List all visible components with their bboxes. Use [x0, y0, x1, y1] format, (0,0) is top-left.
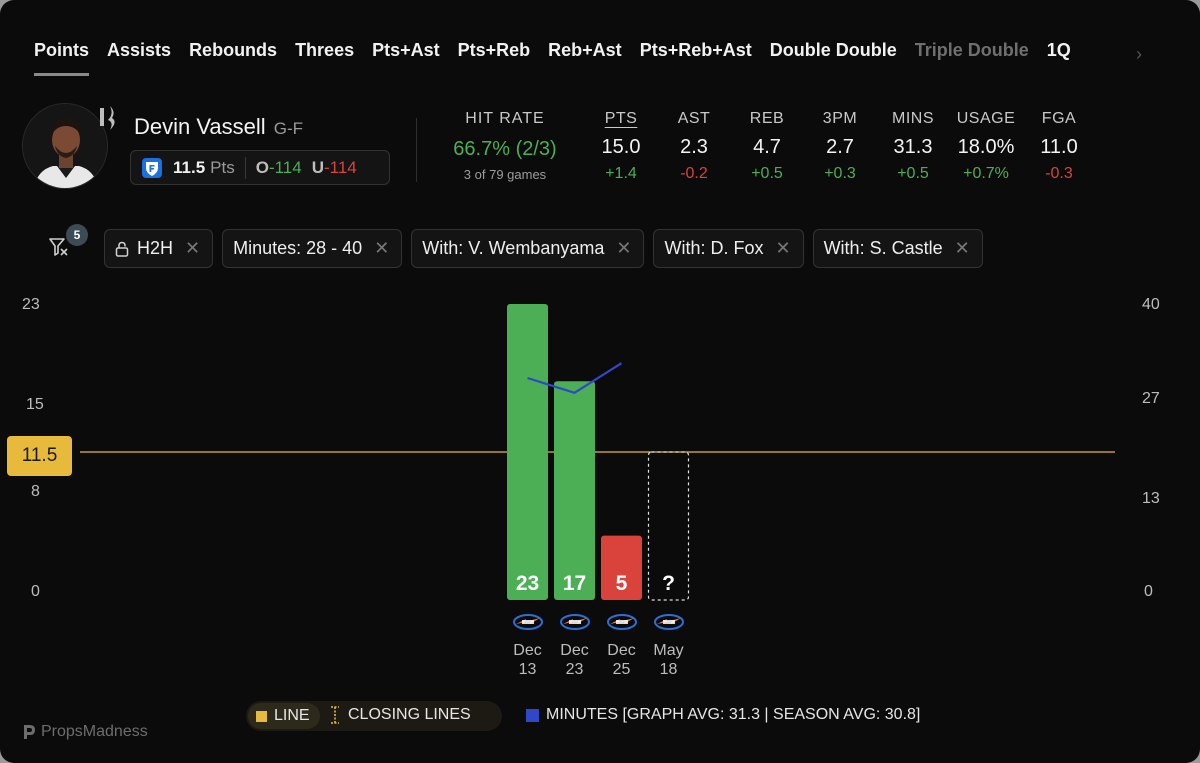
- x-axis-date-label: May 18: [644, 641, 694, 679]
- x-axis-day: 13: [518, 661, 537, 678]
- brand-label: PropsMadness: [41, 723, 148, 740]
- x-axis-day: 18: [659, 661, 678, 678]
- bar[interactable]: [554, 381, 595, 600]
- thunder-logo-icon: [512, 611, 544, 633]
- legend-closing-label: CLOSING LINES: [348, 706, 471, 723]
- propsmadness-logo-icon: [24, 725, 35, 739]
- thunder-logo-icon: [606, 611, 638, 633]
- bar[interactable]: [507, 304, 548, 600]
- legend-minutes-toggle[interactable]: MINUTES [GRAPH AVG: 31.3 | SEASON AVG: 3…: [526, 706, 920, 724]
- x-axis-date-label: Dec 13: [503, 641, 553, 679]
- legend-line-toggle[interactable]: LINE: [248, 703, 320, 729]
- x-axis-day: 23: [565, 661, 584, 678]
- thunder-logo-icon: [653, 611, 685, 633]
- x-axis-date-label: Dec 25: [597, 641, 647, 679]
- line-value-badge: 11.5: [7, 436, 72, 476]
- x-axis-day: 25: [612, 661, 631, 678]
- props-panel: Points Assists Rebounds Threes Pts+Ast Pts+Re…: [0, 0, 1200, 763]
- legend-minutes-label: MINUTES [GRAPH AVG: 31.3 | SEASON AVG: 3…: [546, 706, 921, 723]
- x-axis-month: Dec: [513, 642, 542, 659]
- x-axis-month: May: [653, 642, 684, 659]
- line-swatch: [256, 710, 267, 722]
- brand-watermark: PropsMadness: [22, 723, 148, 741]
- x-axis-month: Dec: [607, 642, 636, 659]
- x-axis-date-label: Dec 23: [550, 641, 600, 679]
- bar-value-label: 23: [516, 572, 539, 595]
- bar-value-label: 5: [616, 572, 628, 595]
- minutes-swatch: [526, 708, 539, 722]
- bar-value-label: ?: [662, 572, 675, 595]
- bar-value-label: 17: [563, 572, 586, 595]
- x-axis-month: Dec: [560, 642, 589, 659]
- legend-closing-toggle[interactable]: CLOSING LINES: [330, 706, 471, 724]
- legend-line-label: LINE: [274, 707, 310, 724]
- closing-line-icon: [331, 706, 339, 724]
- thunder-logo-icon: [559, 611, 591, 633]
